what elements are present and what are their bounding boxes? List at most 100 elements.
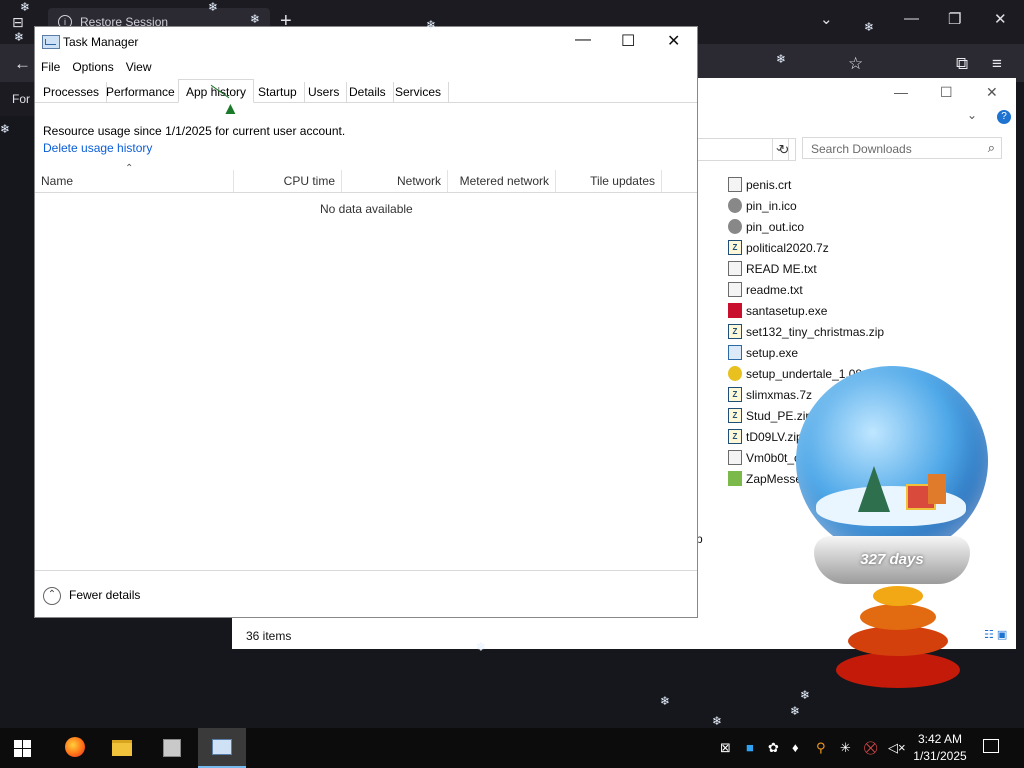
ico-file-icon [728, 198, 742, 213]
notifications-icon[interactable] [983, 739, 999, 753]
snowflake-icon: ❄ [776, 52, 787, 66]
menu-view[interactable]: View [120, 57, 158, 79]
file-list-item[interactable]: pin_out.ico [728, 216, 893, 237]
delete-usage-history-link[interactable]: Delete usage history [43, 141, 152, 155]
title-bar[interactable]: Task Manager — ☐ ✕ [35, 27, 697, 57]
tab-processes[interactable]: Processes [36, 82, 108, 102]
explorer-minimize-button[interactable]: — [894, 84, 908, 100]
tray-snowflake-icon[interactable]: ✳ [840, 740, 851, 756]
browser-tabs-icon[interactable]: ⊟ [12, 14, 24, 31]
close-button[interactable]: ✕ [667, 31, 680, 51]
text-file-icon [728, 261, 742, 276]
spiral-christmas-tree-icon [836, 586, 960, 696]
windows-logo-pane [23, 740, 31, 748]
file-name-label: set132_tiny_christmas.zip [746, 324, 885, 339]
snowflake-icon: ❄ [250, 12, 261, 26]
chevron-up-icon[interactable]: ⌃ [43, 587, 61, 605]
tab-performance[interactable]: Performance [99, 82, 183, 102]
tab-startup[interactable]: Startup [251, 82, 305, 102]
spiral-ring [848, 626, 948, 656]
search-input[interactable]: Search Downloads ⌕ [802, 137, 1002, 159]
file-list-item[interactable]: setup.exe [728, 342, 893, 363]
clock-time[interactable]: 3:42 AM [916, 732, 964, 746]
menu-bar: File Options View [35, 57, 697, 79]
tray-security-icon[interactable]: ⊠ [720, 740, 731, 756]
file-name-label: pin_out.ico [746, 219, 805, 234]
snowflake-icon: ❄ [476, 640, 487, 654]
file-list-item[interactable]: penis.crt [728, 174, 893, 195]
extensions-icon[interactable]: ⧉ [956, 54, 968, 74]
tab-app-history[interactable]: App history [178, 79, 255, 103]
spiral-ring [836, 652, 960, 688]
table-header: Name CPU time Network Metered network Ti… [35, 170, 697, 193]
footer: ⌃ Fewer details [35, 570, 697, 618]
archive-icon: Z [728, 429, 742, 444]
ico-file-icon [728, 219, 742, 234]
menu-options[interactable]: Options [66, 57, 119, 79]
minimize-button[interactable]: — [575, 31, 591, 49]
volume-muted-icon[interactable]: ◁× [888, 740, 906, 756]
taskbar-firefox-button[interactable] [50, 728, 98, 768]
tab-details[interactable]: Details [342, 82, 394, 102]
back-arrow-icon[interactable]: ← [14, 54, 31, 74]
file-list-item[interactable]: READ ME.txt [728, 258, 893, 279]
column-tile-updates[interactable]: Tile updates [555, 170, 661, 192]
file-name-label: setup.exe [746, 345, 799, 360]
browser-tab-list-icon[interactable]: ⌄ [820, 10, 833, 28]
bookmark-star-icon[interactable]: ☆ [848, 54, 863, 74]
snow-globe-gadget[interactable]: 327 days [796, 366, 996, 726]
file-name-label: readme.txt [746, 282, 803, 297]
browser-close-button[interactable]: ✕ [994, 10, 1007, 28]
days-countdown-label: 327 days [814, 536, 970, 584]
tray-gift-icon[interactable]: ✿ [768, 740, 779, 756]
ribbon-expand-icon[interactable]: ⌄ [967, 108, 977, 122]
tab-services[interactable]: Services [388, 82, 450, 102]
archive-icon: Z [728, 408, 742, 423]
hamburger-menu-icon[interactable]: ≡ [992, 54, 1002, 74]
help-icon[interactable]: ? [997, 110, 1011, 124]
taskbar-file-explorer-button[interactable] [98, 728, 146, 768]
firefox-icon [65, 737, 85, 757]
snowflake-icon: ❄ [426, 18, 437, 32]
clock-date[interactable]: 1/31/2025 [910, 749, 970, 763]
file-list-item[interactable]: santasetup.exe [728, 300, 893, 321]
empty-state-text: No data available [320, 202, 413, 216]
file-list-item[interactable]: Zset132_tiny_christmas.zip [728, 321, 893, 342]
browser-minimize-button[interactable]: — [904, 10, 919, 27]
maximize-button[interactable]: ☐ [621, 31, 635, 51]
network-disconnected-icon[interactable]: ⛒ [864, 740, 877, 756]
fewer-details-button[interactable]: Fewer details [69, 588, 140, 602]
browser-restore-button[interactable]: ❐ [948, 10, 961, 28]
archive-icon: Z [728, 324, 742, 339]
column-spacer [661, 170, 691, 192]
tray-app-icon[interactable]: ■ [746, 740, 754, 755]
taskbar-task-manager-button[interactable] [198, 728, 246, 768]
file-list-item[interactable]: Zpolitical2020.7z [728, 237, 893, 258]
column-cpu-time[interactable]: CPU time [233, 170, 341, 192]
christmas-tree-cursor-icon: ▲ [222, 99, 239, 118]
windows-start-icon[interactable] [14, 740, 31, 757]
tray-search-tool-icon[interactable]: ⚲ [816, 740, 826, 756]
column-network[interactable]: Network [341, 170, 447, 192]
taskbar-usb-app-button[interactable] [148, 728, 196, 768]
text-file-icon [728, 450, 742, 465]
bookmark-item[interactable]: For [12, 92, 30, 106]
explorer-maximize-button[interactable]: ☐ [940, 84, 953, 101]
explorer-close-button[interactable]: ✕ [986, 84, 998, 101]
snowflake-icon: ❄ [20, 0, 31, 14]
column-metered-network[interactable]: Metered network [447, 170, 555, 192]
window-title: Task Manager [63, 35, 139, 49]
tray-droplet-icon[interactable]: ♦ [792, 740, 799, 755]
task-manager-app-icon [42, 35, 60, 49]
installer-icon [728, 345, 742, 360]
snowflake-icon: ❄ [790, 704, 801, 718]
file-list-item[interactable]: readme.txt [728, 279, 893, 300]
refresh-button[interactable]: ↻ [772, 138, 796, 161]
snowflake-icon: ❄ [800, 688, 811, 702]
tab-users[interactable]: Users [301, 82, 348, 102]
task-manager-window: Task Manager — ☐ ✕ File Options View Pro… [34, 26, 698, 618]
menu-file[interactable]: File [35, 57, 66, 79]
column-name[interactable]: Name [41, 170, 233, 192]
file-list-item[interactable]: pin_in.ico [728, 195, 893, 216]
spiral-ring [873, 586, 923, 606]
